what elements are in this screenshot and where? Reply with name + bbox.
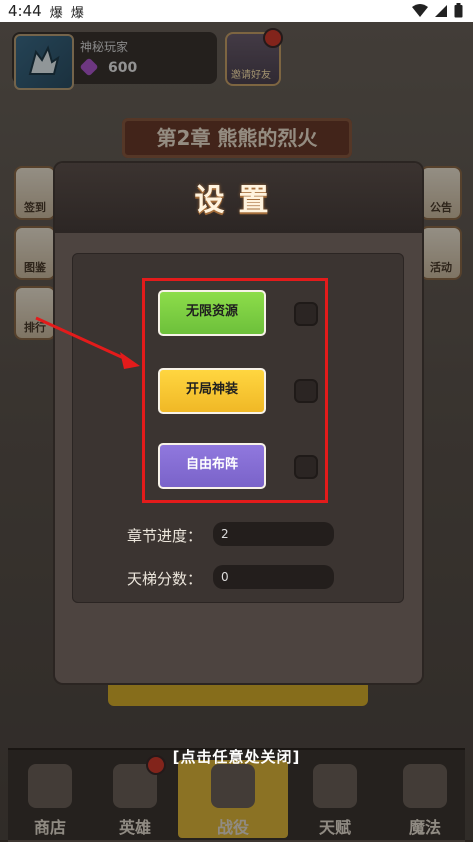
ladder-score-label: 天梯分数： — [127, 570, 203, 588]
wifi-icon — [412, 3, 428, 17]
starting-gear-button[interactable]: 开局神装 — [158, 368, 266, 414]
ladder-score-input[interactable]: 0 — [213, 565, 334, 589]
notification-icons: 爆 爆 — [49, 5, 86, 21]
starting-gear-checkbox[interactable] — [294, 379, 318, 403]
free-formation-button[interactable]: 自由布阵 — [158, 443, 266, 489]
status-time: 4:44 — [8, 2, 42, 20]
chapter-progress-label: 章节进度： — [127, 527, 203, 545]
status-bar: 4:44 爆 爆 — [0, 0, 473, 22]
close-hint[interactable]: [点击任意处关闭] — [0, 746, 473, 767]
free-formation-checkbox[interactable] — [294, 455, 318, 479]
signal-icon — [435, 4, 447, 17]
chapter-progress-input[interactable]: 2 — [213, 522, 334, 546]
unlimited-resources-button[interactable]: 无限资源 — [158, 290, 266, 336]
settings-dialog: 设置 无限资源 开局神装 自由布阵 章节进度： 2 天梯分数： 0 — [55, 163, 422, 683]
status-icons — [412, 3, 463, 18]
unlimited-resources-checkbox[interactable] — [294, 302, 318, 326]
dialog-title: 设置 — [194, 183, 283, 218]
battery-icon — [454, 3, 463, 18]
